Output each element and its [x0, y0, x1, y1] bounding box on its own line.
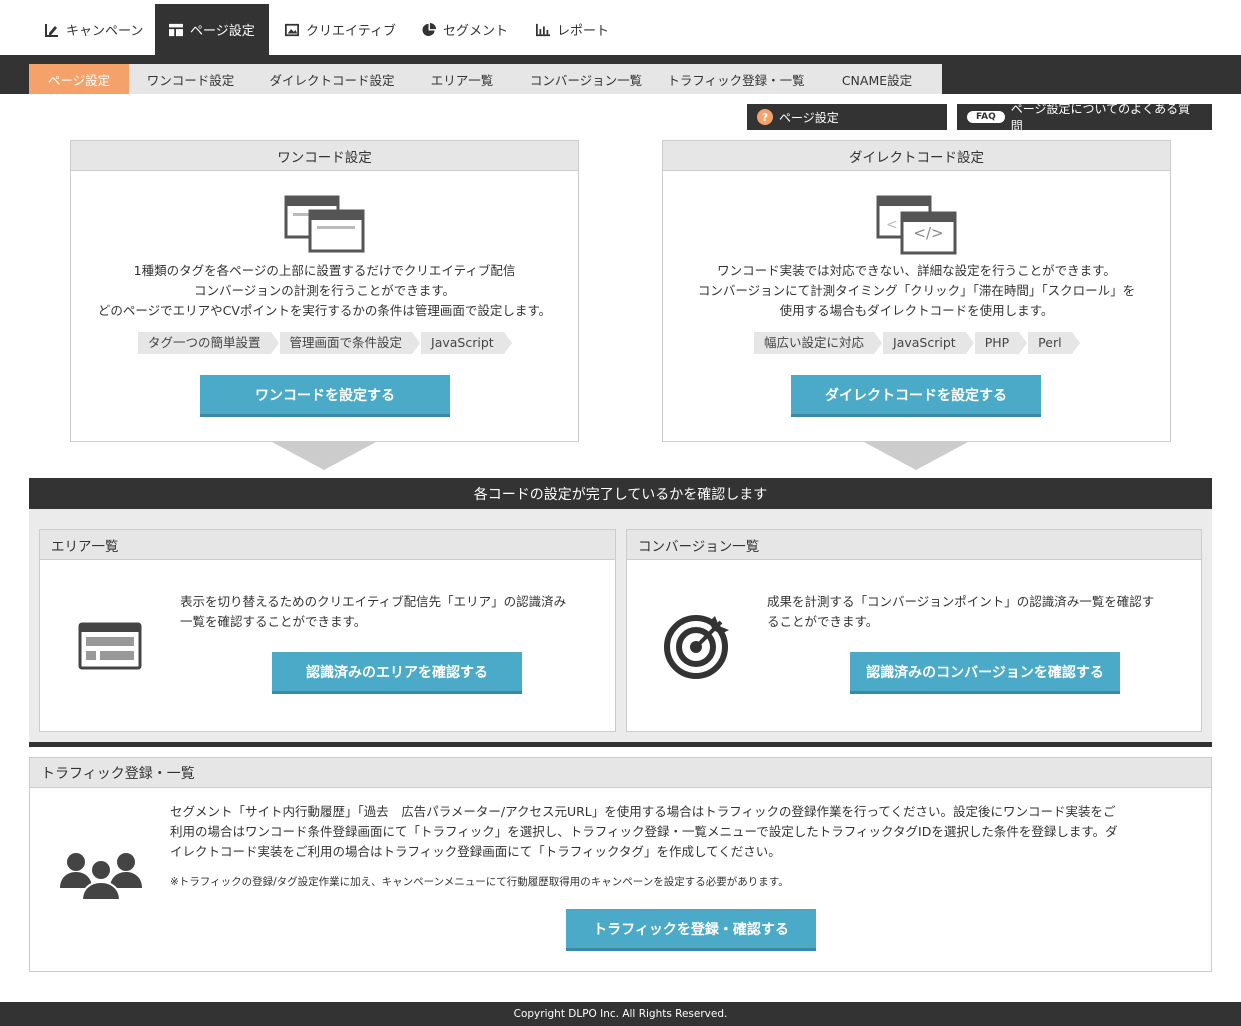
- tab-conversion-list[interactable]: コンバージョン一覧: [512, 64, 660, 94]
- bar-chart-icon: [536, 23, 550, 36]
- tag: JavaScript: [883, 332, 974, 354]
- conversion-title: コンバージョン一覧: [627, 530, 1201, 560]
- nav-report[interactable]: レポート: [522, 4, 623, 55]
- area-description: 表示を切り替えるためのクリエイティブ配信先「エリア」の認識済み 一覧を確認するこ…: [180, 594, 567, 629]
- conversion-card: コンバージョン一覧 成果を計測する「コンバージョンポイント」の認識済み一覧を確認…: [626, 529, 1202, 732]
- faq-button[interactable]: FAQ ページ設定についてのよくある質問: [957, 102, 1212, 133]
- conversion-description: 成果を計測する「コンバージョンポイント」の認識済み一覧を確認す ることができます…: [767, 594, 1155, 629]
- windows-icon: [284, 195, 365, 253]
- onecode-title: ワンコード設定: [71, 141, 578, 171]
- users-icon: [60, 853, 142, 900]
- layout-icon: [169, 23, 183, 36]
- area-layout-icon: [78, 622, 142, 670]
- tab-traffic[interactable]: トラフィック登録・一覧: [660, 64, 812, 94]
- tab-onecode[interactable]: ワンコード設定: [129, 64, 252, 94]
- page-help-label: ページ設定: [779, 110, 839, 125]
- traffic-title: トラフィック登録・一覧: [30, 758, 1211, 788]
- target-icon: [664, 615, 729, 679]
- tag: タグ一つの簡単設置: [138, 332, 279, 354]
- footer-copyright: Copyright DLPO Inc. All Rights Reserved.: [0, 1002, 1241, 1026]
- nav-page-settings[interactable]: ページ設定: [155, 4, 269, 55]
- tag: JavaScript: [421, 332, 512, 354]
- nav-segment-label: セグメント: [443, 24, 509, 39]
- traffic-note: ※トラフィックの登録/タグ設定作業に加え、キャンペーンメニューにて行動履歴取得用…: [170, 876, 789, 888]
- traffic-register-button[interactable]: トラフィックを登録・確認する: [566, 909, 816, 951]
- onecode-description: 1種類のタグを各ページの上部に設置するだけでクリエイティブ配信 コンバージョンの…: [97, 263, 552, 318]
- directcode-setup-button[interactable]: ダイレクトコードを設定する: [791, 375, 1041, 417]
- tab-area-list[interactable]: エリア一覧: [412, 64, 512, 94]
- area-card: エリア一覧 表示を切り替えるためのクリエイティブ配信先「エリア」の認識済み 一覧…: [39, 529, 616, 732]
- nav-creative[interactable]: クリエイティブ: [271, 4, 410, 55]
- directcode-card: ダイレクトコード設定 < </> ワンコード実装では対応できない、詳細な設定を行…: [662, 140, 1171, 442]
- faq-icon: FAQ: [967, 111, 1005, 123]
- nav-segment[interactable]: セグメント: [408, 4, 522, 55]
- area-confirm-button[interactable]: 認識済みのエリアを確認する: [272, 652, 522, 694]
- directcode-arrow: [864, 442, 968, 470]
- directcode-tags: 幅広い設定に対応 JavaScript PHP Perl: [754, 332, 1081, 354]
- directcode-title: ダイレクトコード設定: [663, 141, 1170, 171]
- image-icon: [285, 23, 299, 36]
- traffic-card: トラフィック登録・一覧 セグメント「サイト内行動履歴」「過去 広告パラメーター/…: [29, 757, 1212, 972]
- top-nav: キャンペーン ページ設定 クリエイティブ セグメント レポート: [0, 0, 1241, 55]
- nav-report-label: レポート: [557, 24, 610, 39]
- nav-campaign-label: キャンペーン: [66, 24, 144, 39]
- tab-directcode[interactable]: ダイレクトコード設定: [252, 64, 412, 94]
- tab-page-settings[interactable]: ページ設定: [29, 64, 129, 94]
- page-help-button[interactable]: ? ページ設定: [747, 104, 947, 130]
- sub-tabs: ページ設定 ワンコード設定 ダイレクトコード設定 エリア一覧 コンバージョン一覧…: [29, 64, 942, 94]
- svg-text:<: <: [886, 217, 898, 233]
- tag: PHP: [974, 332, 1028, 354]
- edit-chart-icon: [45, 23, 58, 37]
- onecode-arrow: [272, 442, 376, 470]
- tab-cname[interactable]: CNAME設定: [812, 64, 942, 94]
- nav-page-settings-label: ページ設定: [190, 24, 255, 39]
- onecode-tags: タグ一つの簡単設置 管理画面で条件設定 JavaScript: [138, 332, 512, 354]
- question-icon: ?: [757, 109, 773, 125]
- nav-creative-label: クリエイティブ: [306, 24, 396, 39]
- code-symbol: </>: [913, 224, 944, 242]
- tag: 幅広い設定に対応: [754, 332, 883, 354]
- faq-label: ページ設定についてのよくある質問: [1010, 102, 1191, 133]
- area-title: エリア一覧: [40, 530, 615, 560]
- onecode-setup-button[interactable]: ワンコードを設定する: [200, 375, 450, 417]
- tag: Perl: [1028, 332, 1081, 354]
- directcode-description: ワンコード実装では対応できない、詳細な設定を行うことができます。 コンバージョン…: [697, 263, 1136, 318]
- tag: 管理画面で条件設定: [279, 332, 420, 354]
- nav-campaign[interactable]: キャンペーン: [31, 4, 157, 55]
- pie-chart-icon: [422, 22, 436, 36]
- conversion-confirm-button[interactable]: 認識済みのコンバージョンを確認する: [850, 652, 1120, 694]
- onecode-card: ワンコード設定 1種類のタグを各ページの上部に設置するだけでクリエイティブ配信 …: [70, 140, 579, 442]
- confirm-bar: 各コードの設定が完了しているかを確認します: [29, 478, 1212, 509]
- section-divider: [29, 742, 1212, 747]
- traffic-description: セグメント「サイト内行動履歴」「過去 広告パラメーター/アクセス元URL」を使用…: [170, 804, 1118, 859]
